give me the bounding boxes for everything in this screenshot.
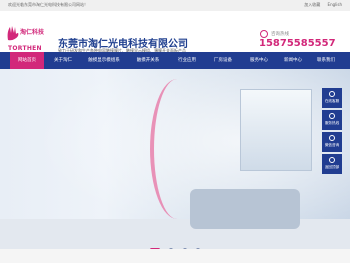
phone-icon [329, 113, 335, 119]
logo-text-en: TORTHEN [8, 45, 42, 52]
welcome-text: 欢迎光临东莞市淘仁光电科技有限公司网站！ [8, 2, 88, 7]
wechat-icon [329, 135, 335, 141]
service-hotline-button[interactable]: 服务热线 [322, 110, 342, 130]
logo-text-cn: 淘仁科技 [20, 29, 45, 36]
top-links: 加入收藏 English [298, 2, 342, 8]
hotline-label: 咨询热线 [271, 32, 289, 37]
arrow-up-icon [329, 157, 335, 163]
hotline-number: 15875585557 [259, 38, 336, 49]
nav-item-factory[interactable]: 厂房设备 [206, 52, 240, 69]
nav-item-service[interactable]: 服务中心 [242, 52, 276, 69]
slider-dots [0, 239, 350, 252]
banner-window [240, 89, 312, 171]
main-nav: 网站首页 关于淘仁 触摸显示模组系 触摸开关系 行业应用 厂房设备 服务中心 新… [0, 52, 350, 69]
nav-item-about[interactable]: 关于淘仁 [46, 52, 80, 69]
nav-item-industry[interactable]: 行业应用 [170, 52, 204, 69]
nav-item-contact[interactable]: 联系我们 [310, 52, 342, 69]
banner-decor-curve [150, 79, 204, 219]
phone-icon [260, 30, 268, 38]
nav-item-home[interactable]: 网站首页 [10, 52, 44, 69]
nav-item-touch-display[interactable]: 触摸显示模组系 [82, 52, 126, 69]
nav-item-news[interactable]: 新闻中心 [278, 52, 308, 69]
online-service-button[interactable]: 在线客服 [322, 88, 342, 108]
bookmark-link[interactable]: 加入收藏 [304, 2, 320, 7]
page-below-banner [0, 249, 350, 263]
chat-icon [329, 91, 335, 97]
back-to-top-button[interactable]: 返回顶部 [322, 154, 342, 174]
english-link[interactable]: English [328, 2, 342, 7]
top-bar: 欢迎光临东莞市淘仁光电科技有限公司网站！ 加入收藏 English [0, 0, 350, 11]
site-header: 淘仁科技 TORTHEN 东莞市淘仁光电科技有限公司 致力于研发和生产各种电容触… [0, 11, 350, 53]
banner-sofa [190, 189, 300, 229]
wechat-button[interactable]: 微信咨询 [322, 132, 342, 152]
hero-banner[interactable] [0, 69, 350, 249]
logo-hand-icon [7, 26, 19, 41]
nav-item-touch-switch[interactable]: 触摸开关系 [128, 52, 168, 69]
